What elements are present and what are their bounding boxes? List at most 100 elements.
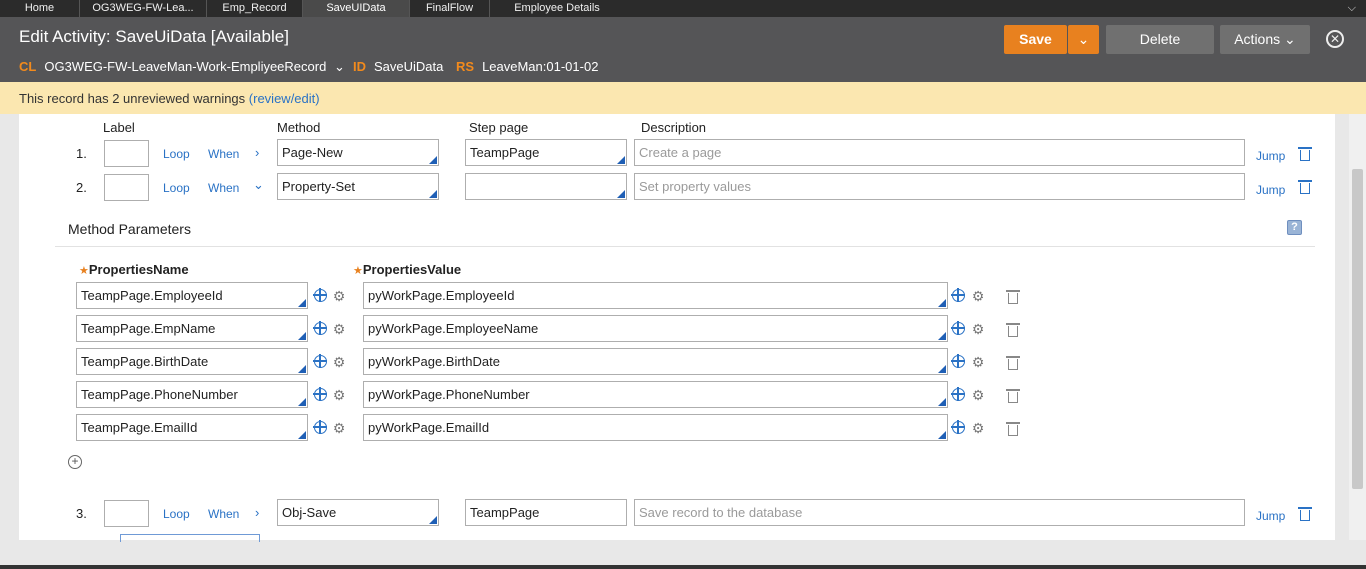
actions-button[interactable]: Actions ⌄: [1220, 25, 1310, 54]
chevron-right-icon[interactable]: ›: [255, 505, 259, 520]
when-link[interactable]: When: [208, 507, 239, 521]
crosshair-icon[interactable]: [313, 288, 327, 302]
description-input[interactable]: Create a page: [634, 139, 1245, 166]
method-input[interactable]: Page-New: [277, 139, 439, 166]
cl-label: CL: [19, 59, 37, 74]
gear-icon[interactable]: ⚙: [971, 388, 985, 402]
property-value-input[interactable]: pyWorkPage.EmployeeId: [363, 282, 948, 309]
trash-icon[interactable]: [1006, 422, 1020, 436]
loop-link[interactable]: Loop: [163, 181, 190, 195]
crosshair-icon[interactable]: [313, 354, 327, 368]
property-name-input[interactable]: TeampPage.PhoneNumber: [76, 381, 308, 408]
tab-emp-record[interactable]: Emp_Record: [207, 0, 303, 17]
rs-value: LeaveMan:01-01-02: [482, 59, 599, 74]
property-name-input[interactable]: TeampPage.EmpName: [76, 315, 308, 342]
jump-link[interactable]: Jump: [1256, 509, 1285, 523]
warning-text: This record has 2 unreviewed warnings: [19, 91, 246, 106]
col-label: Label: [103, 120, 135, 135]
trash-icon[interactable]: [1006, 323, 1020, 337]
step-label-input[interactable]: [104, 140, 149, 167]
description-input[interactable]: Set property values: [634, 173, 1245, 200]
method-parameters-title: Method Parameters: [68, 221, 191, 237]
properties-value-header: ★PropertiesValue: [353, 262, 462, 277]
step-label-input[interactable]: [104, 174, 149, 201]
step-number: 3.: [76, 506, 87, 521]
gear-icon[interactable]: ⚙: [332, 421, 346, 435]
step-label-input[interactable]: [120, 534, 260, 542]
chevron-down-icon[interactable]: ⌄: [334, 59, 345, 75]
save-button[interactable]: Save: [1004, 25, 1067, 54]
scrollbar-thumb[interactable]: [1352, 169, 1363, 489]
gear-icon[interactable]: ⚙: [332, 289, 346, 303]
gear-icon[interactable]: ⚙: [971, 322, 985, 336]
trash-icon[interactable]: [1006, 290, 1020, 304]
add-row-icon[interactable]: +: [68, 455, 82, 469]
property-name-input[interactable]: TeampPage.EmployeeId: [76, 282, 308, 309]
method-input[interactable]: Obj-Save: [277, 499, 439, 526]
crosshair-icon[interactable]: [951, 288, 965, 302]
save-menu-button[interactable]: ⌄: [1068, 25, 1099, 54]
id-value: SaveUiData: [374, 59, 444, 74]
trash-icon[interactable]: [1006, 389, 1020, 403]
step-page-input[interactable]: TeampPage: [465, 499, 627, 526]
tab-saveuidata[interactable]: SaveUIData: [303, 0, 410, 17]
step-number: 1.: [76, 146, 87, 161]
step-page-input[interactable]: [465, 173, 627, 200]
activity-steps-panel: Label Method Step page Description 1. Lo…: [19, 114, 1335, 542]
gear-icon[interactable]: ⚙: [332, 355, 346, 369]
section-divider: [55, 246, 1315, 247]
review-edit-link[interactable]: (review/edit): [249, 91, 320, 106]
tab-og3weg[interactable]: OG3WEG-FW-Lea...: [80, 0, 207, 17]
crosshair-icon[interactable]: [951, 420, 965, 434]
chevron-down-icon[interactable]: ⌵: [1348, 2, 1356, 15]
class-meta[interactable]: CL OG3WEG-FW-LeaveMan-Work-EmpliyeeRecord…: [19, 59, 345, 75]
when-link[interactable]: When: [208, 181, 239, 195]
when-link[interactable]: When: [208, 147, 239, 161]
help-icon[interactable]: ?: [1287, 220, 1302, 235]
trash-icon[interactable]: [1006, 356, 1020, 370]
loop-link[interactable]: Loop: [163, 147, 190, 161]
tab-home[interactable]: Home: [0, 0, 80, 17]
property-value-input[interactable]: pyWorkPage.EmployeeName: [363, 315, 948, 342]
trash-icon[interactable]: [1298, 180, 1312, 194]
chevron-down-icon[interactable]: ⌄: [253, 177, 264, 193]
chevron-right-icon[interactable]: ›: [255, 145, 259, 160]
description-input[interactable]: Save record to the database: [634, 499, 1245, 526]
property-name-input[interactable]: TeampPage.BirthDate: [76, 348, 308, 375]
crosshair-icon[interactable]: [313, 420, 327, 434]
delete-button[interactable]: Delete: [1106, 25, 1214, 54]
trash-icon[interactable]: [1298, 147, 1312, 161]
gear-icon[interactable]: ⚙: [332, 388, 346, 402]
crosshair-icon[interactable]: [313, 321, 327, 335]
id-label: ID: [353, 59, 366, 74]
vertical-scrollbar[interactable]: [1349, 114, 1366, 540]
gear-icon[interactable]: ⚙: [971, 289, 985, 303]
tab-finalflow[interactable]: FinalFlow: [410, 0, 490, 17]
crosshair-icon[interactable]: [951, 354, 965, 368]
crosshair-icon[interactable]: [951, 321, 965, 335]
method-input[interactable]: Property-Set: [277, 173, 439, 200]
activity-header: Edit Activity: SaveUiData [Available] CL…: [0, 17, 1366, 82]
jump-link[interactable]: Jump: [1256, 183, 1285, 197]
cl-value[interactable]: OG3WEG-FW-LeaveMan-Work-EmpliyeeRecord: [44, 59, 326, 74]
property-value-input[interactable]: pyWorkPage.PhoneNumber: [363, 381, 948, 408]
loop-link[interactable]: Loop: [163, 507, 190, 521]
close-icon[interactable]: ✕: [1326, 30, 1344, 48]
crosshair-icon[interactable]: [313, 387, 327, 401]
crosshair-icon[interactable]: [951, 387, 965, 401]
property-value-input[interactable]: pyWorkPage.BirthDate: [363, 348, 948, 375]
tab-employee-details[interactable]: Employee Details: [490, 0, 624, 17]
jump-link[interactable]: Jump: [1256, 149, 1285, 163]
step-label-input[interactable]: [104, 500, 149, 527]
gear-icon[interactable]: ⚙: [332, 322, 346, 336]
property-name-input[interactable]: TeampPage.EmailId: [76, 414, 308, 441]
property-value-input[interactable]: pyWorkPage.EmailId: [363, 414, 948, 441]
chevron-down-icon: ⌄: [1284, 31, 1296, 47]
chevron-down-icon: ⌄: [1077, 31, 1090, 47]
trash-icon[interactable]: [1298, 507, 1312, 521]
warning-bar: This record has 2 unreviewed warnings (r…: [0, 82, 1366, 114]
gear-icon[interactable]: ⚙: [971, 421, 985, 435]
col-step-page: Step page: [469, 120, 529, 135]
step-page-input[interactable]: TeampPage: [465, 139, 627, 166]
gear-icon[interactable]: ⚙: [971, 355, 985, 369]
